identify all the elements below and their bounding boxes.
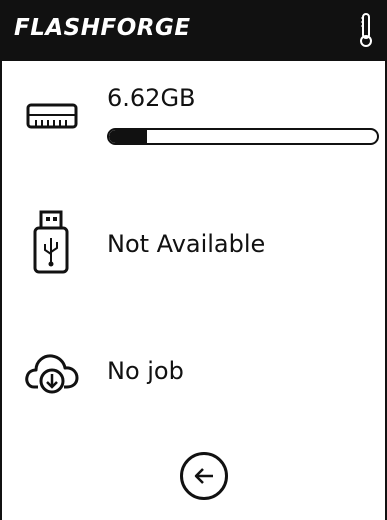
back-arrow-icon: [194, 468, 213, 484]
usb-drive-icon: [33, 210, 69, 274]
back-button[interactable]: [180, 452, 228, 500]
cloud-job-status: No job: [107, 357, 184, 385]
memory-card-icon: [26, 103, 78, 129]
usb-row: Not Available: [0, 205, 387, 295]
brand-logo: FLASHFORGE: [14, 15, 191, 41]
cloud-download-icon: [25, 354, 79, 394]
storage-progress-fill: [109, 130, 147, 143]
top-bar: FLASHFORGE: [0, 0, 387, 61]
storage-size: 6.62GB: [107, 84, 196, 112]
cloud-row: No job: [0, 340, 387, 420]
thermometer-icon[interactable]: [359, 12, 373, 48]
storage-row: 6.62GB: [0, 80, 387, 175]
storage-progress-bar: [107, 128, 379, 145]
usb-status: Not Available: [107, 230, 266, 258]
